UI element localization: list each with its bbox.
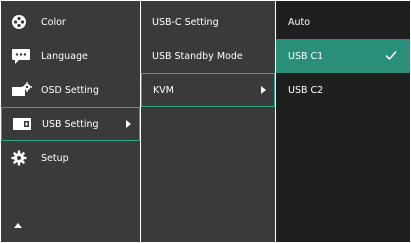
osd-setting-icon	[11, 82, 33, 98]
menu-item-label: Color	[41, 16, 66, 28]
menu-item-osd-setting[interactable]: OSD Setting	[1, 73, 140, 107]
submenu-item-label: USB-C Setting	[152, 16, 219, 28]
option-usb-c2[interactable]: USB C2	[276, 73, 410, 107]
submenu-item-kvm[interactable]: KVM	[141, 73, 275, 107]
menu-item-setup[interactable]: Setup	[1, 141, 140, 175]
submenu-item-label: USB Standby Mode	[152, 50, 243, 62]
chevron-right-icon	[126, 120, 131, 128]
main-menu-panel: Color Language OSD Setting USB Setting S…	[1, 1, 140, 242]
menu-item-label: Language	[41, 50, 88, 62]
kvm-options-panel: Auto USB C1 USB C2	[276, 1, 410, 242]
submenu-item-usb-standby-mode[interactable]: USB Standby Mode	[141, 39, 275, 73]
option-label: Auto	[288, 16, 311, 28]
usb-submenu-panel: USB-C Setting USB Standby Mode KVM	[141, 1, 275, 242]
menu-item-usb-setting[interactable]: USB Setting	[1, 107, 140, 141]
color-icon	[11, 14, 33, 30]
submenu-item-label: KVM	[153, 84, 174, 96]
menu-item-label: OSD Setting	[41, 84, 99, 96]
menu-item-language[interactable]: Language	[1, 39, 140, 73]
menu-item-label: Setup	[41, 152, 69, 164]
menu-item-color[interactable]: Color	[1, 5, 140, 39]
option-usb-c1[interactable]: USB C1	[276, 39, 410, 73]
up-arrow-icon[interactable]	[14, 223, 22, 228]
menu-item-label: USB Setting	[42, 118, 99, 130]
option-label: USB C2	[288, 84, 324, 96]
chevron-right-icon	[261, 86, 266, 94]
language-icon	[11, 48, 33, 64]
usb-setting-icon	[12, 116, 34, 132]
osd-menu: Color Language OSD Setting USB Setting S…	[0, 0, 411, 243]
option-label: USB C1	[288, 50, 324, 62]
submenu-item-usb-c-setting[interactable]: USB-C Setting	[141, 5, 275, 39]
option-auto[interactable]: Auto	[276, 5, 410, 39]
checkmark-icon	[384, 48, 398, 65]
setup-icon	[11, 150, 33, 166]
